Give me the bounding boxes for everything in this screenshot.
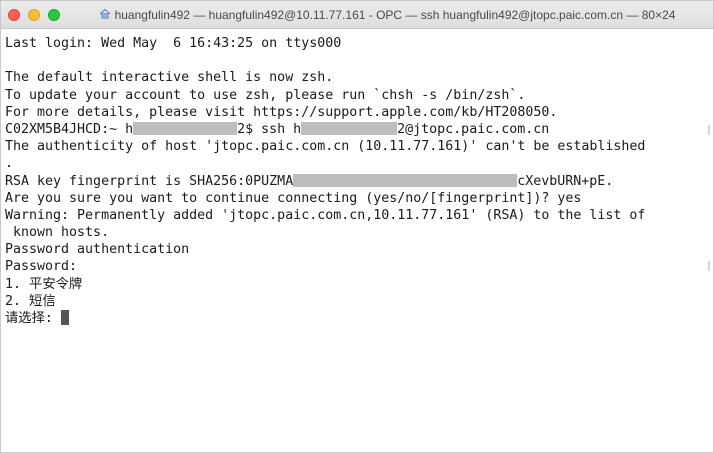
terminal-line: The default interactive shell is now zsh…	[5, 70, 334, 86]
terminal-line: known hosts.	[5, 225, 110, 241]
minimize-icon[interactable]	[28, 9, 40, 21]
terminal-line: .	[5, 156, 14, 172]
fingerprint-prefix: RSA key fingerprint is SHA256:0PUZMA	[5, 173, 294, 189]
redacted-block	[301, 121, 398, 135]
window-title-text: huangfulin492 — huangfulin492@10.11.77.1…	[114, 8, 676, 22]
terminal-line: Password:	[5, 259, 78, 275]
scroll-indicator	[708, 261, 710, 271]
redacted-block	[133, 121, 238, 135]
terminal-line: 2. 短信	[5, 293, 56, 309]
choice-prompt: 请选择:	[5, 311, 61, 326]
fingerprint-suffix: cXevbURN+pE.	[517, 173, 614, 189]
text-cursor	[60, 310, 69, 325]
terminal-window: huangfulin492 — huangfulin492@10.11.77.1…	[0, 0, 714, 453]
host-text: 2@jtopc.paic.com.cn	[397, 121, 550, 137]
scroll-indicator	[708, 125, 710, 135]
terminal-line: Are you sure you want to continue connec…	[5, 190, 582, 206]
terminal-line: For more details, please visit https://s…	[5, 104, 558, 120]
terminal-output[interactable]: Last login: Wed May 6 16:43:25 on ttys00…	[1, 31, 713, 452]
terminal-line: Password authentication	[5, 242, 190, 258]
window-title: huangfulin492 — huangfulin492@10.11.77.1…	[71, 1, 703, 29]
window-controls	[8, 9, 60, 21]
title-bar[interactable]: huangfulin492 — huangfulin492@10.11.77.1…	[1, 1, 713, 29]
terminal-line: 1. 平安令牌	[5, 276, 83, 292]
redacted-block	[293, 173, 518, 187]
command-text: 2$ ssh h	[237, 121, 302, 137]
terminal-line: To update your account to use zsh, pleas…	[5, 87, 526, 103]
terminal-line-input[interactable]: 请选择:	[5, 310, 707, 327]
terminal-line: Last login: Wed May 6 16:43:25 on ttys00…	[5, 36, 342, 51]
close-icon[interactable]	[8, 9, 20, 21]
zoom-icon[interactable]	[48, 9, 60, 21]
terminal-line-fingerprint: RSA key fingerprint is SHA256:0PUZMA cXev…	[5, 173, 707, 190]
terminal-line-ssh-command: C02XM5B4JHCD:~ h 2$ ssh h 2@jtopc.paic.com…	[5, 121, 707, 138]
home-folder-icon	[99, 1, 111, 29]
prompt-text: C02XM5B4JHCD:~ h	[5, 121, 134, 137]
terminal-line: The authenticity of host 'jtopc.paic.com…	[5, 139, 646, 155]
terminal-line: Warning: Permanently added 'jtopc.paic.c…	[5, 207, 646, 223]
